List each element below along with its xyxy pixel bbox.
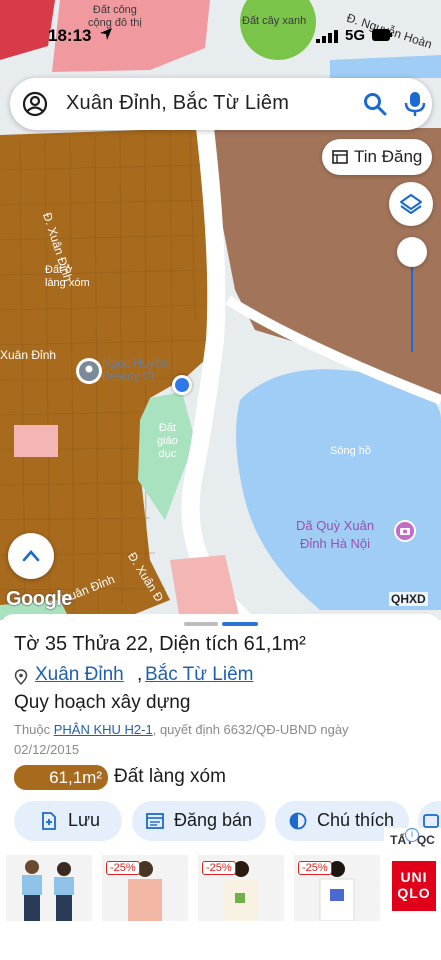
current-location-dot	[172, 375, 192, 395]
discount-badge: -25%	[106, 861, 140, 875]
network-type: 5G	[345, 27, 366, 44]
contrast-icon	[289, 812, 307, 830]
plan-description: Thuộc PHÂN KHU H2-1, quyết định 6632/QĐ-…	[14, 720, 414, 760]
save-button[interactable]: Lưu	[14, 801, 122, 841]
account-icon[interactable]	[22, 91, 48, 117]
plan-title: Quy hoạch xây dựng	[14, 692, 191, 713]
label-da-quy[interactable]: Dã Quỳ Xuân Đỉnh Hà Nội	[296, 517, 374, 553]
discount-badge: -25%	[202, 861, 236, 875]
uniqlo-logo[interactable]: UNI QLO	[392, 861, 436, 911]
layers-button[interactable]	[389, 182, 433, 226]
status-bar: 18:13 5G	[0, 0, 441, 72]
microphone-icon[interactable]	[402, 90, 428, 118]
battery-icon	[372, 29, 392, 41]
opacity-slider-knob[interactable]	[397, 237, 427, 267]
opacity-slider-track[interactable]	[411, 252, 413, 352]
plan-prefix: Thuộc	[14, 722, 54, 737]
search-bar[interactable]: Xuân Đỉnh, Bắc Từ Liêm	[10, 78, 432, 130]
discount-badge: -25%	[298, 861, 332, 875]
sheet-handle[interactable]	[184, 622, 218, 626]
post-icon	[146, 813, 164, 829]
post-sale-label: Đăng bán	[174, 810, 253, 830]
label-xuan-dinh-left: Xuân Đỉnh	[0, 348, 57, 362]
legend-label: Chú thích	[317, 810, 395, 830]
qhxd-label: QHXD	[389, 592, 428, 606]
ad-product-image[interactable]: -25%	[198, 855, 284, 921]
parcel-title: Tờ 35 Thửa 22, Diện tích 61,1m²	[14, 633, 306, 655]
ad-product-image[interactable]: -25%	[102, 855, 188, 921]
product-photo	[22, 860, 74, 921]
location-arrow-icon	[100, 28, 112, 40]
location-pin-icon	[14, 669, 28, 685]
district-link[interactable]: Bắc Từ Liêm	[145, 664, 253, 686]
status-time: 18:13	[48, 26, 92, 45]
tin-dang-button[interactable]: Tin Đăng	[322, 139, 432, 175]
search-icon[interactable]	[362, 91, 388, 117]
save-label: Lưu	[68, 810, 101, 830]
signal-icon	[316, 30, 338, 43]
label-song-ho: Sông hồ	[330, 445, 371, 457]
ward-link[interactable]: Xuân Đỉnh	[35, 664, 124, 686]
save-icon	[42, 812, 56, 830]
ad-product-image[interactable]: -25%	[294, 855, 380, 921]
plan-zone-link[interactable]: PHÂN KHU H2-1	[54, 722, 153, 737]
layers-icon	[400, 194, 422, 214]
label-dat-lang-xom: Đất ở làng xóm	[45, 264, 90, 289]
search-input[interactable]: Xuân Đỉnh, Bắc Từ Liêm	[66, 92, 289, 115]
place-pin-icon[interactable]	[74, 356, 104, 386]
label-beauty-poi[interactable]: Ngọc Huyền Beauty Cl	[102, 357, 168, 383]
area-badge: 61,1m²	[14, 765, 108, 790]
ad-info-icon[interactable]: i	[405, 828, 419, 842]
expand-button[interactable]	[8, 533, 54, 579]
ad-product-image[interactable]	[6, 855, 92, 921]
land-type: Đất làng xóm	[114, 766, 226, 787]
post-sale-button[interactable]: Đăng bán	[132, 801, 266, 841]
sheet-handle-active[interactable]	[222, 622, 258, 626]
camera-poi-icon[interactable]	[394, 520, 416, 542]
google-logo: Google	[6, 588, 72, 610]
label-dat-giao-duc: Đất giáo dục	[157, 422, 178, 460]
location-separator: ,	[137, 664, 143, 685]
listing-icon	[332, 150, 348, 164]
tin-dang-label: Tin Đăng	[354, 147, 423, 166]
chevron-up-icon	[22, 550, 40, 562]
map-view[interactable]: Đất công cộng đô thị Đất cây xanh Đ. Ngu…	[0, 0, 441, 620]
ad-banner[interactable]: -25% -25% -25%	[0, 855, 441, 960]
